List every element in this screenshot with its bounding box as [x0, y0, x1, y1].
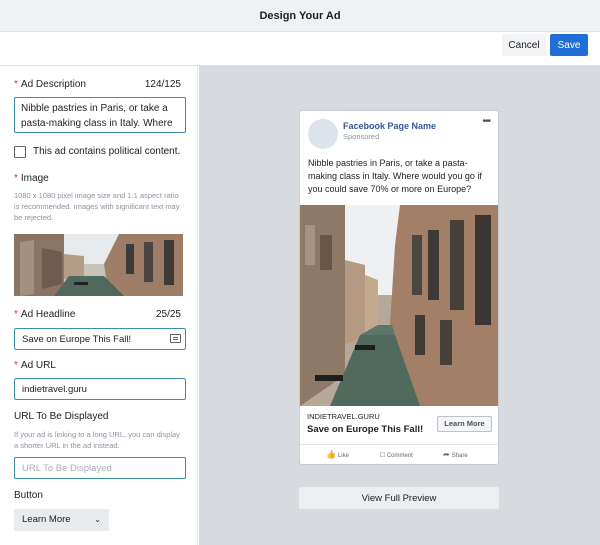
page-name: Facebook Page Name [343, 121, 437, 131]
ad-description-count: 124/125 [144, 79, 181, 90]
chevron-down-icon: ⌄ [94, 515, 101, 524]
sponsored-label: Sponsored [343, 132, 380, 141]
learn-more-button[interactable]: Learn More [437, 416, 492, 432]
ad-form-panel: * Ad Description 124/125 Nibble pastries … [0, 66, 198, 545]
ad-description-label: * Ad Description [14, 79, 86, 90]
ad-headline-input[interactable]: Save on Europe This Fall! [14, 328, 186, 350]
cancel-button[interactable]: Cancel [502, 34, 546, 56]
card-divider [300, 444, 498, 445]
ad-url-input[interactable]: indietravel.guru [14, 378, 186, 400]
display-url-input[interactable]: URL To Be Displayed [14, 457, 186, 479]
like-icon: 👍 [326, 450, 336, 459]
ad-preview-panel: Facebook Page Name Sponsored ••• Nibble … [199, 66, 600, 545]
ad-headline-label: * Ad Headline [14, 309, 76, 320]
ad-preview-card: Facebook Page Name Sponsored ••• Nibble … [299, 110, 499, 465]
ad-headline-count: 25/25 [155, 309, 181, 320]
page-avatar [308, 119, 338, 149]
button-label: Button [14, 490, 43, 501]
ad-preview-text: Nibble pastries in Paris, or take a past… [308, 158, 482, 194]
ad-image-thumbnail[interactable] [14, 234, 183, 296]
share-icon: ➦ [443, 450, 450, 459]
ad-headline-value: Save on Europe This Fall! [22, 334, 132, 345]
comment-icon: □ [380, 450, 385, 459]
display-url-label: URL To Be Displayed [14, 411, 109, 422]
image-label: * Image [14, 173, 49, 184]
political-content-checkbox[interactable] [14, 146, 26, 158]
image-help-text: 1080 x 1080 pixel image size and 1:1 asp… [14, 191, 180, 222]
comment-action[interactable]: □ Comment [380, 450, 413, 459]
share-action[interactable]: ➦ Share [443, 450, 468, 459]
required-marker: * [14, 309, 18, 320]
display-url-help-text: If your ad is linking to a long URL, you… [14, 430, 180, 450]
input-card-icon[interactable] [170, 334, 181, 343]
page-title: Design Your Ad [259, 10, 341, 22]
action-bar: Cancel Save [0, 32, 600, 66]
required-marker: * [14, 79, 18, 90]
political-content-label: This ad contains political content. [33, 146, 181, 157]
ad-preview-headline: Save on Europe This Fall! [307, 424, 424, 435]
view-full-preview-button[interactable]: View Full Preview [299, 487, 499, 509]
ad-description-input[interactable]: Nibble pastries in Paris, or take a past… [14, 97, 186, 133]
save-button[interactable]: Save [550, 34, 588, 56]
required-marker: * [14, 173, 18, 184]
more-icon[interactable]: ••• [482, 116, 490, 127]
ad-url-label: * Ad URL [14, 360, 56, 371]
top-bar: Design Your Ad [0, 0, 600, 32]
button-select[interactable]: Learn More ⌄ [14, 509, 109, 531]
like-action[interactable]: 👍 Like [326, 450, 349, 459]
ad-preview-image [300, 205, 498, 406]
ad-preview-url: INDIETRAVEL.GURU [307, 412, 380, 421]
button-select-value: Learn More [22, 514, 71, 525]
required-marker: * [14, 360, 18, 371]
